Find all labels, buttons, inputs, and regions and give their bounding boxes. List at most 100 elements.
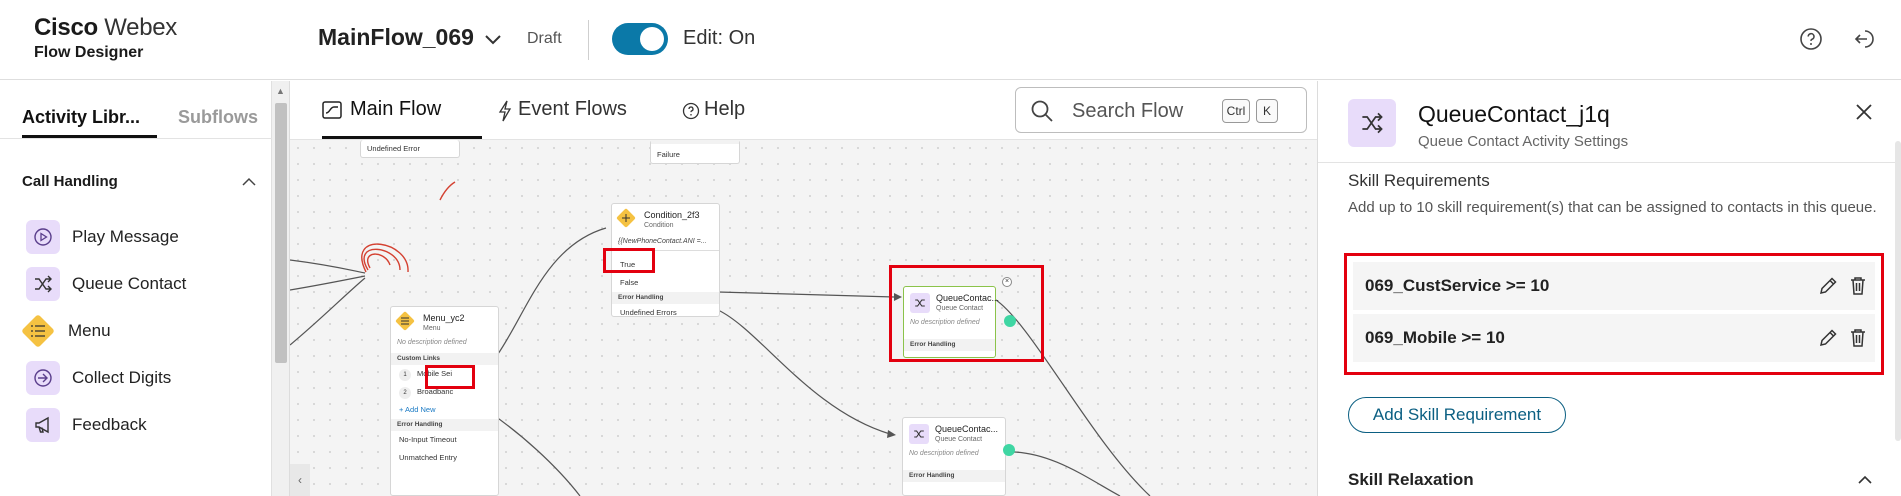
node-subtitle: Queue Contact [935, 436, 983, 443]
node-description: No description defined [397, 339, 467, 346]
sidebar-item-menu[interactable]: Menu [22, 311, 256, 351]
search-icon [1031, 100, 1053, 122]
node-partial-failure[interactable]: Failure [650, 140, 740, 164]
collapse-chevron-up-icon[interactable] [240, 173, 258, 191]
help-circle-icon [682, 102, 700, 120]
activity-settings-panel: QueueContact_j1q Queue Contact Activity … [1317, 81, 1901, 496]
search-placeholder: Search Flow [1072, 100, 1184, 122]
brand-logo: Cisco Webex Flow Designer [34, 14, 177, 62]
skill-text: 069_Mobile >= 10 [1365, 328, 1505, 347]
node-add-new-link[interactable]: + Add New [399, 405, 435, 414]
sidebar-item-play-message[interactable]: Play Message [26, 217, 256, 257]
node-row-undefined-errors: Undefined Errors [620, 308, 677, 317]
tab-event-flows[interactable]: Event Flows [518, 98, 627, 121]
menu-diamond-icon [395, 311, 415, 331]
delete-trash-icon[interactable] [1847, 327, 1869, 349]
sidebar-scrollbar[interactable]: ▲ [272, 81, 290, 496]
canvas-scroll-left-icon[interactable]: ‹ [290, 464, 310, 496]
link-node-icon[interactable] [1003, 444, 1015, 456]
product-name: Flow Designer [34, 44, 144, 61]
link-number: 1 [399, 369, 411, 381]
node-expression: {{NewPhoneContact.ANI =... [618, 238, 707, 245]
arrow-in-icon [26, 361, 60, 395]
brand-cisco: Cisco [34, 14, 98, 41]
toggle-knob [640, 27, 664, 51]
header-divider [588, 20, 589, 60]
tab-main-flow[interactable]: Main Flow [350, 98, 441, 121]
skill-requirements-list: 069_CustService >= 10 069_Mobile >= 10 [1344, 253, 1884, 375]
shuffle-icon [26, 267, 60, 301]
highlight-mobile-link [425, 365, 475, 389]
flow-canvas-area: Main Flow Event Flows Help Search Flow C… [290, 81, 1317, 496]
flow-menu-chevron-down-icon[interactable] [482, 28, 504, 50]
delete-trash-icon[interactable] [1847, 275, 1869, 297]
node-section-custom-links: Custom Links [391, 353, 498, 365]
tabs-divider [0, 138, 272, 139]
tab-subflows[interactable]: Subflows [178, 107, 258, 128]
help-icon[interactable] [1799, 27, 1823, 51]
panel-title: QueueContact_j1q [1418, 101, 1610, 127]
sidebar-item-collect-digits[interactable]: Collect Digits [26, 358, 256, 398]
tab-help[interactable]: Help [704, 98, 745, 121]
skill-row: 069_Mobile >= 10 [1353, 314, 1875, 362]
shuffle-icon [1348, 99, 1396, 147]
highlight-selected-node [889, 265, 1044, 362]
flow-name[interactable]: MainFlow_069 [318, 24, 474, 51]
add-skill-requirement-button[interactable]: Add Skill Requirement [1348, 397, 1566, 433]
edit-mode-toggle[interactable] [612, 23, 668, 55]
node-output-false: False [620, 278, 639, 287]
megaphone-icon [26, 408, 60, 442]
close-icon[interactable] [1853, 101, 1875, 123]
node-row-unmatched-entry: Unmatched Entry [399, 453, 457, 462]
sidebar-item-feedback[interactable]: Feedback [26, 405, 256, 445]
node-partial-undefined-error[interactable]: Undefined Error [360, 140, 460, 158]
active-tab-indicator [322, 136, 482, 139]
brand-webex: Webex [104, 14, 177, 41]
app-header: Cisco Webex Flow Designer MainFlow_069 D… [0, 0, 1901, 80]
section-call-handling[interactable]: Call Handling [22, 173, 118, 190]
node-row-undefined-error: Undefined Error [367, 144, 420, 153]
shortcut-key-k: K [1256, 99, 1278, 123]
node-section-error-handling: Error Handling [391, 419, 498, 431]
main-flow-icon [322, 101, 342, 119]
node-subtitle: Menu [423, 325, 441, 332]
node-subtitle: Condition [644, 222, 674, 229]
panel-divider [1318, 162, 1901, 163]
play-icon [26, 220, 60, 254]
sidebar-item-label: Menu [68, 321, 111, 340]
link-number: 2 [399, 387, 411, 399]
flow-canvas[interactable]: Undefined Error Failure Condition_2f3 Co… [290, 140, 1317, 496]
node-description: No description defined [909, 450, 979, 457]
node-section [651, 140, 739, 144]
node-section-error-handling: Error Handling [903, 470, 1005, 482]
node-menu[interactable]: Menu_yc2 Menu No description defined Cus… [390, 306, 499, 496]
sidebar-item-queue-contact[interactable]: Queue Contact [26, 264, 256, 304]
node-queue-contact[interactable]: QueueContac... Queue Contact No descript… [902, 417, 1015, 496]
canvas-tabs: Main Flow Event Flows Help Search Flow C… [290, 81, 1317, 140]
skill-requirements-heading: Skill Requirements [1348, 171, 1490, 190]
skill-row: 069_CustService >= 10 [1353, 262, 1875, 310]
scrollbar-thumb[interactable] [275, 103, 287, 363]
edit-pencil-icon[interactable] [1817, 275, 1839, 297]
node-row-failure: Failure [657, 150, 680, 159]
shortcut-key-ctrl: Ctrl [1222, 99, 1250, 123]
sidebar-item-label: Feedback [72, 415, 147, 434]
flow-status-badge: Draft [527, 30, 562, 47]
node-title: QueueContac... [935, 424, 999, 434]
search-flow-input[interactable]: Search Flow Ctrl K [1015, 87, 1307, 133]
node-title: Menu_yc2 [423, 313, 465, 323]
shuffle-icon [909, 424, 929, 444]
panel-scrollbar[interactable] [1895, 141, 1901, 441]
panel-subtitle: Queue Contact Activity Settings [1418, 133, 1629, 150]
menu-list-icon [21, 314, 55, 348]
scroll-up-arrow-icon[interactable]: ▲ [276, 86, 285, 96]
sidebar-item-label: Play Message [72, 227, 179, 246]
skill-requirements-description: Add up to 10 skill requirement(s) that c… [1348, 199, 1877, 216]
skill-relaxation-heading[interactable]: Skill Relaxation [1348, 470, 1474, 490]
tab-activity-library[interactable]: Activity Libr... [22, 107, 140, 128]
exit-icon[interactable] [1851, 27, 1875, 51]
node-title: Condition_2f3 [644, 210, 700, 220]
skill-text: 069_CustService >= 10 [1365, 276, 1550, 295]
edit-pencil-icon[interactable] [1817, 327, 1839, 349]
collapse-chevron-up-icon[interactable] [1855, 470, 1875, 490]
